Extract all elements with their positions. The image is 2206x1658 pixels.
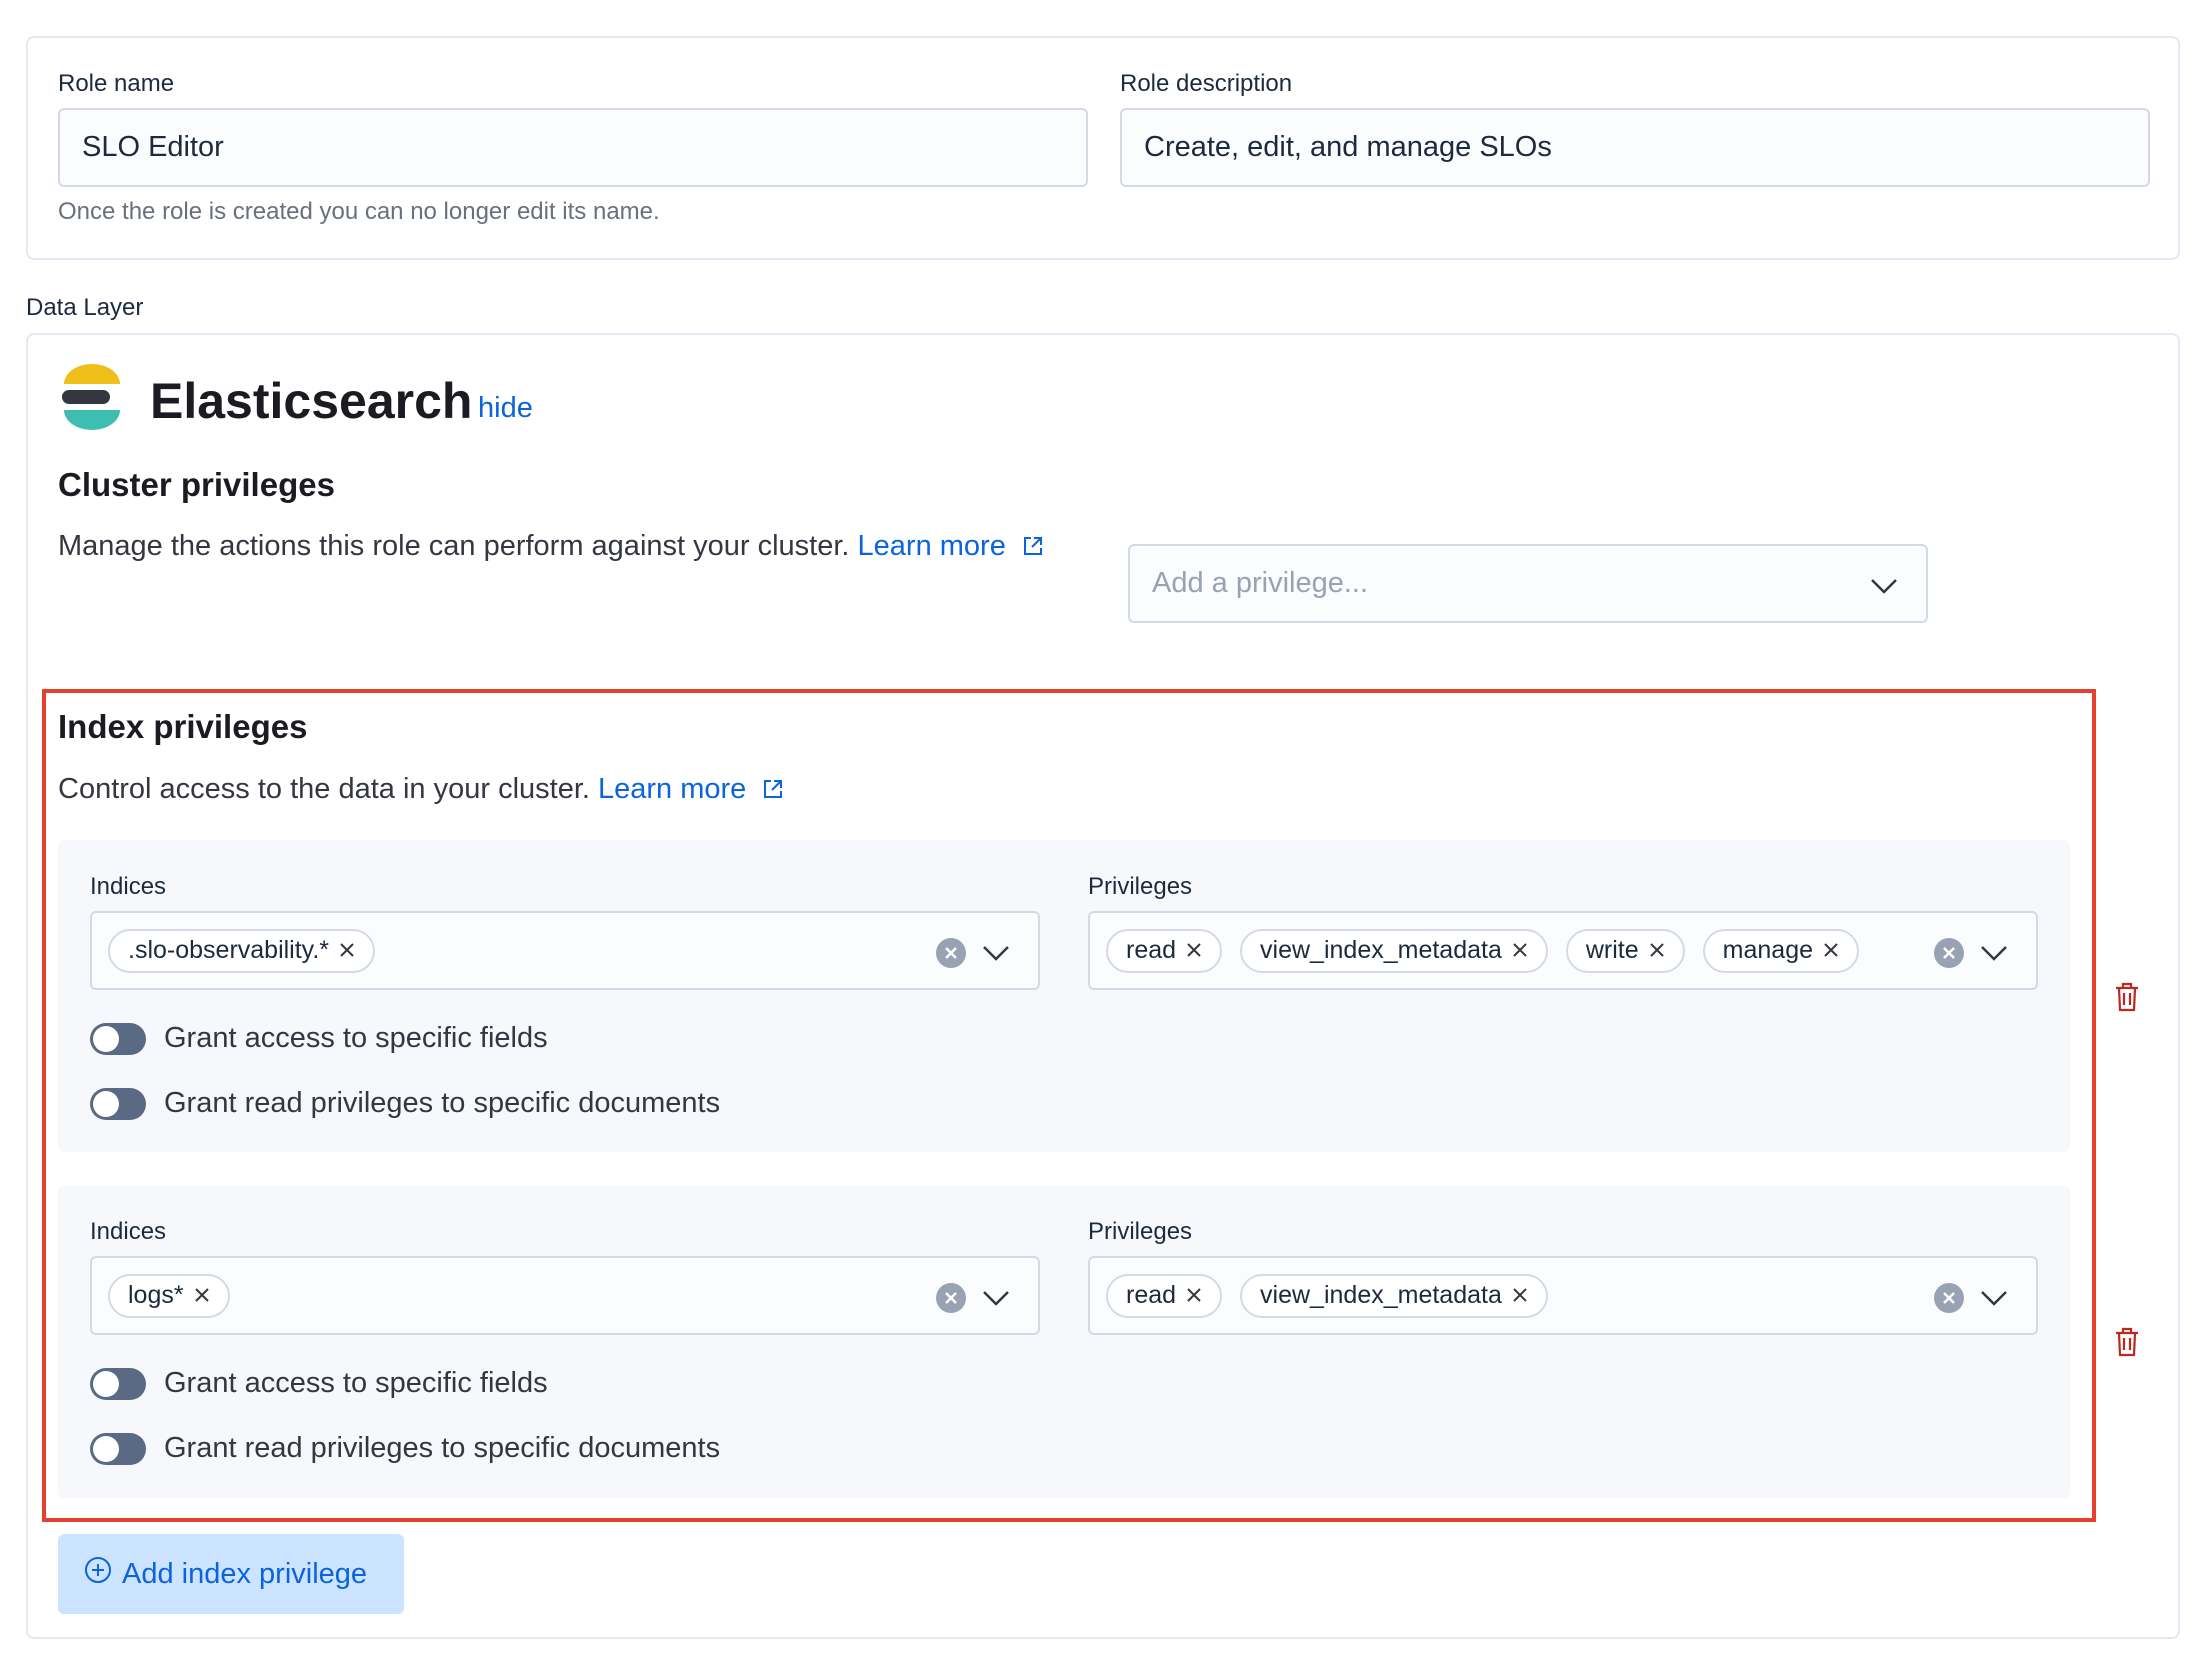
- privileges-combo[interactable]: read view_index_metadata: [1088, 1256, 2038, 1335]
- delete-entry-trash-icon[interactable]: [2114, 982, 2140, 1017]
- document-access-toggle[interactable]: [90, 1432, 146, 1465]
- document-access-toggle[interactable]: [90, 1087, 146, 1120]
- indices-label: Indices: [90, 873, 167, 900]
- privileges-combo[interactable]: read view_index_metadata write manage: [1088, 911, 2038, 990]
- indices-combo[interactable]: logs*: [90, 1256, 1040, 1335]
- field-access-toggle[interactable]: [90, 1367, 146, 1400]
- elasticsearch-logo-icon: [60, 364, 124, 435]
- privilege-pill: view_index_metadata: [1240, 928, 1548, 973]
- document-access-label: Grant read privileges to specific docume…: [164, 1087, 721, 1119]
- field-access-label: Grant access to specific fields: [164, 1367, 548, 1399]
- hide-link[interactable]: hide: [478, 392, 533, 425]
- remove-icon[interactable]: [1186, 1281, 1202, 1310]
- cluster-learn-more-link[interactable]: Learn more: [858, 530, 1006, 562]
- privileges-label: Privileges: [1088, 873, 1193, 900]
- index-pill-label: logs*: [128, 1281, 184, 1309]
- remove-icon[interactable]: [1512, 1281, 1528, 1310]
- cluster-privileges-title: Cluster privileges: [58, 466, 335, 503]
- privilege-pill-label: view_index_metadata: [1260, 936, 1502, 964]
- privilege-pill-label: manage: [1722, 936, 1814, 964]
- privilege-pill: view_index_metadata: [1240, 1273, 1548, 1318]
- privilege-pill-label: write: [1585, 936, 1639, 964]
- indices-label: Indices: [90, 1218, 167, 1245]
- add-index-privilege-label: Add index privilege: [122, 1557, 368, 1590]
- cluster-privilege-select[interactable]: Add a privilege...: [1128, 544, 1928, 623]
- role-name-help: Once the role is created you can no long…: [58, 198, 660, 225]
- cluster-privileges-description: Manage the actions this role can perform…: [58, 530, 1044, 565]
- privilege-pill: read: [1106, 928, 1223, 973]
- role-name-value: SLO Editor: [82, 131, 224, 163]
- clear-icon[interactable]: [1934, 1283, 1964, 1313]
- role-description-value: Create, edit, and manage SLOs: [1144, 131, 1552, 163]
- privilege-pill: manage: [1702, 928, 1860, 973]
- remove-icon[interactable]: [194, 1281, 210, 1310]
- field-access-toggle-row: Grant access to specific fields: [90, 1022, 548, 1055]
- remove-icon[interactable]: [1512, 936, 1528, 965]
- field-access-toggle-row: Grant access to specific fields: [90, 1367, 548, 1400]
- document-access-toggle-row: Grant read privileges to specific docume…: [90, 1432, 720, 1465]
- clear-icon[interactable]: [936, 938, 966, 968]
- index-pill: .slo-observability.*: [108, 928, 376, 973]
- privilege-pill: read: [1106, 1273, 1223, 1318]
- privilege-pill-label: read: [1126, 1281, 1177, 1309]
- external-link-icon: [1022, 532, 1044, 565]
- field-access-toggle[interactable]: [90, 1022, 146, 1055]
- chevron-down-icon[interactable]: [982, 1284, 1010, 1315]
- privilege-pill-label: view_index_metadata: [1260, 1281, 1502, 1309]
- field-access-label: Grant access to specific fields: [164, 1022, 548, 1054]
- remove-icon[interactable]: [1823, 936, 1839, 965]
- index-learn-more-link[interactable]: Learn more: [598, 773, 746, 805]
- chevron-down-icon[interactable]: [982, 939, 1010, 970]
- indices-combo[interactable]: .slo-observability.*: [90, 911, 1040, 990]
- index-pill-label: .slo-observability.*: [128, 936, 330, 964]
- privilege-pill-label: read: [1126, 936, 1177, 964]
- remove-icon[interactable]: [1649, 936, 1665, 965]
- plus-circle-icon: [84, 1556, 112, 1592]
- chevron-down-icon[interactable]: [1980, 939, 2008, 970]
- privileges-label: Privileges: [1088, 1218, 1193, 1245]
- index-privileges-title: Index privileges: [58, 708, 308, 745]
- document-access-toggle-row: Grant read privileges to specific docume…: [90, 1087, 720, 1120]
- document-access-label: Grant read privileges to specific docume…: [164, 1432, 721, 1464]
- index-privileges-description: Control access to the data in your clust…: [58, 773, 784, 808]
- remove-icon[interactable]: [1186, 936, 1202, 965]
- cluster-privilege-placeholder: Add a privilege...: [1152, 567, 1369, 599]
- cluster-description-text: Manage the actions this role can perform…: [58, 530, 850, 562]
- index-pill: logs*: [108, 1273, 230, 1318]
- chevron-down-icon[interactable]: [1980, 1284, 2008, 1315]
- clear-icon[interactable]: [1934, 938, 1964, 968]
- clear-icon[interactable]: [936, 1283, 966, 1313]
- remove-icon[interactable]: [339, 936, 355, 965]
- role-description-label: Role description: [1120, 70, 1293, 97]
- chevron-down-icon[interactable]: [1870, 572, 1898, 603]
- add-index-privilege-button[interactable]: Add index privilege: [58, 1534, 404, 1614]
- delete-entry-trash-icon[interactable]: [2114, 1327, 2140, 1362]
- elasticsearch-title: Elasticsearch: [150, 373, 473, 429]
- role-name-input[interactable]: SLO Editor: [58, 108, 1088, 187]
- privilege-pill: write: [1565, 928, 1685, 973]
- role-name-label: Role name: [58, 70, 175, 97]
- data-layer-label: Data Layer: [26, 294, 144, 321]
- role-description-input[interactable]: Create, edit, and manage SLOs: [1120, 108, 2150, 187]
- index-description-text: Control access to the data in your clust…: [58, 773, 590, 805]
- external-link-icon: [762, 775, 784, 808]
